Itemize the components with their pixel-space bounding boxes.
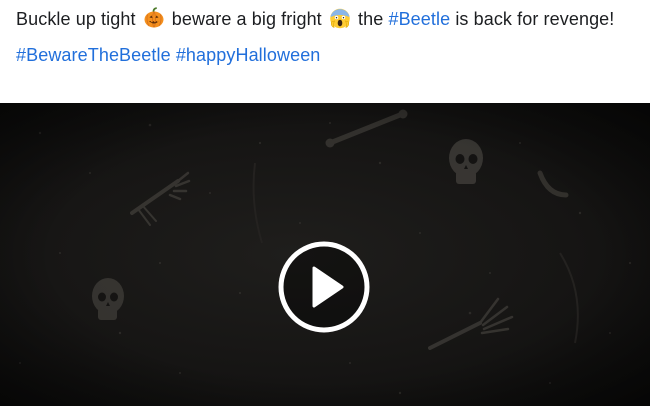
caption-text: Buckle up tight beware a big fright the … (16, 6, 636, 32)
video-player[interactable] (0, 103, 650, 406)
post-caption: Buckle up tight beware a big fright the … (16, 6, 636, 68)
face-screaming-in-fear-icon (329, 7, 351, 29)
play-icon (278, 241, 370, 333)
caption-text-4: is back for revenge! (455, 9, 615, 29)
play-button[interactable] (278, 241, 370, 333)
caption-text-1: Buckle up tight (16, 9, 136, 29)
social-post: Buckle up tight beware a big fright the … (0, 0, 650, 406)
caption-text-2: beware a big fright (171, 9, 322, 29)
hashtag-happy-halloween-link[interactable]: #happyHalloween (176, 45, 321, 65)
hashtag-beetle-link[interactable]: #Beetle (388, 9, 450, 29)
hashtag-row: #BewareTheBeetle #happyHalloween (16, 42, 636, 68)
hashtag-beware-the-beetle-link[interactable]: #BewareTheBeetle (16, 45, 171, 65)
jack-o-lantern-icon (143, 7, 165, 29)
caption-text-3: the (358, 9, 384, 29)
